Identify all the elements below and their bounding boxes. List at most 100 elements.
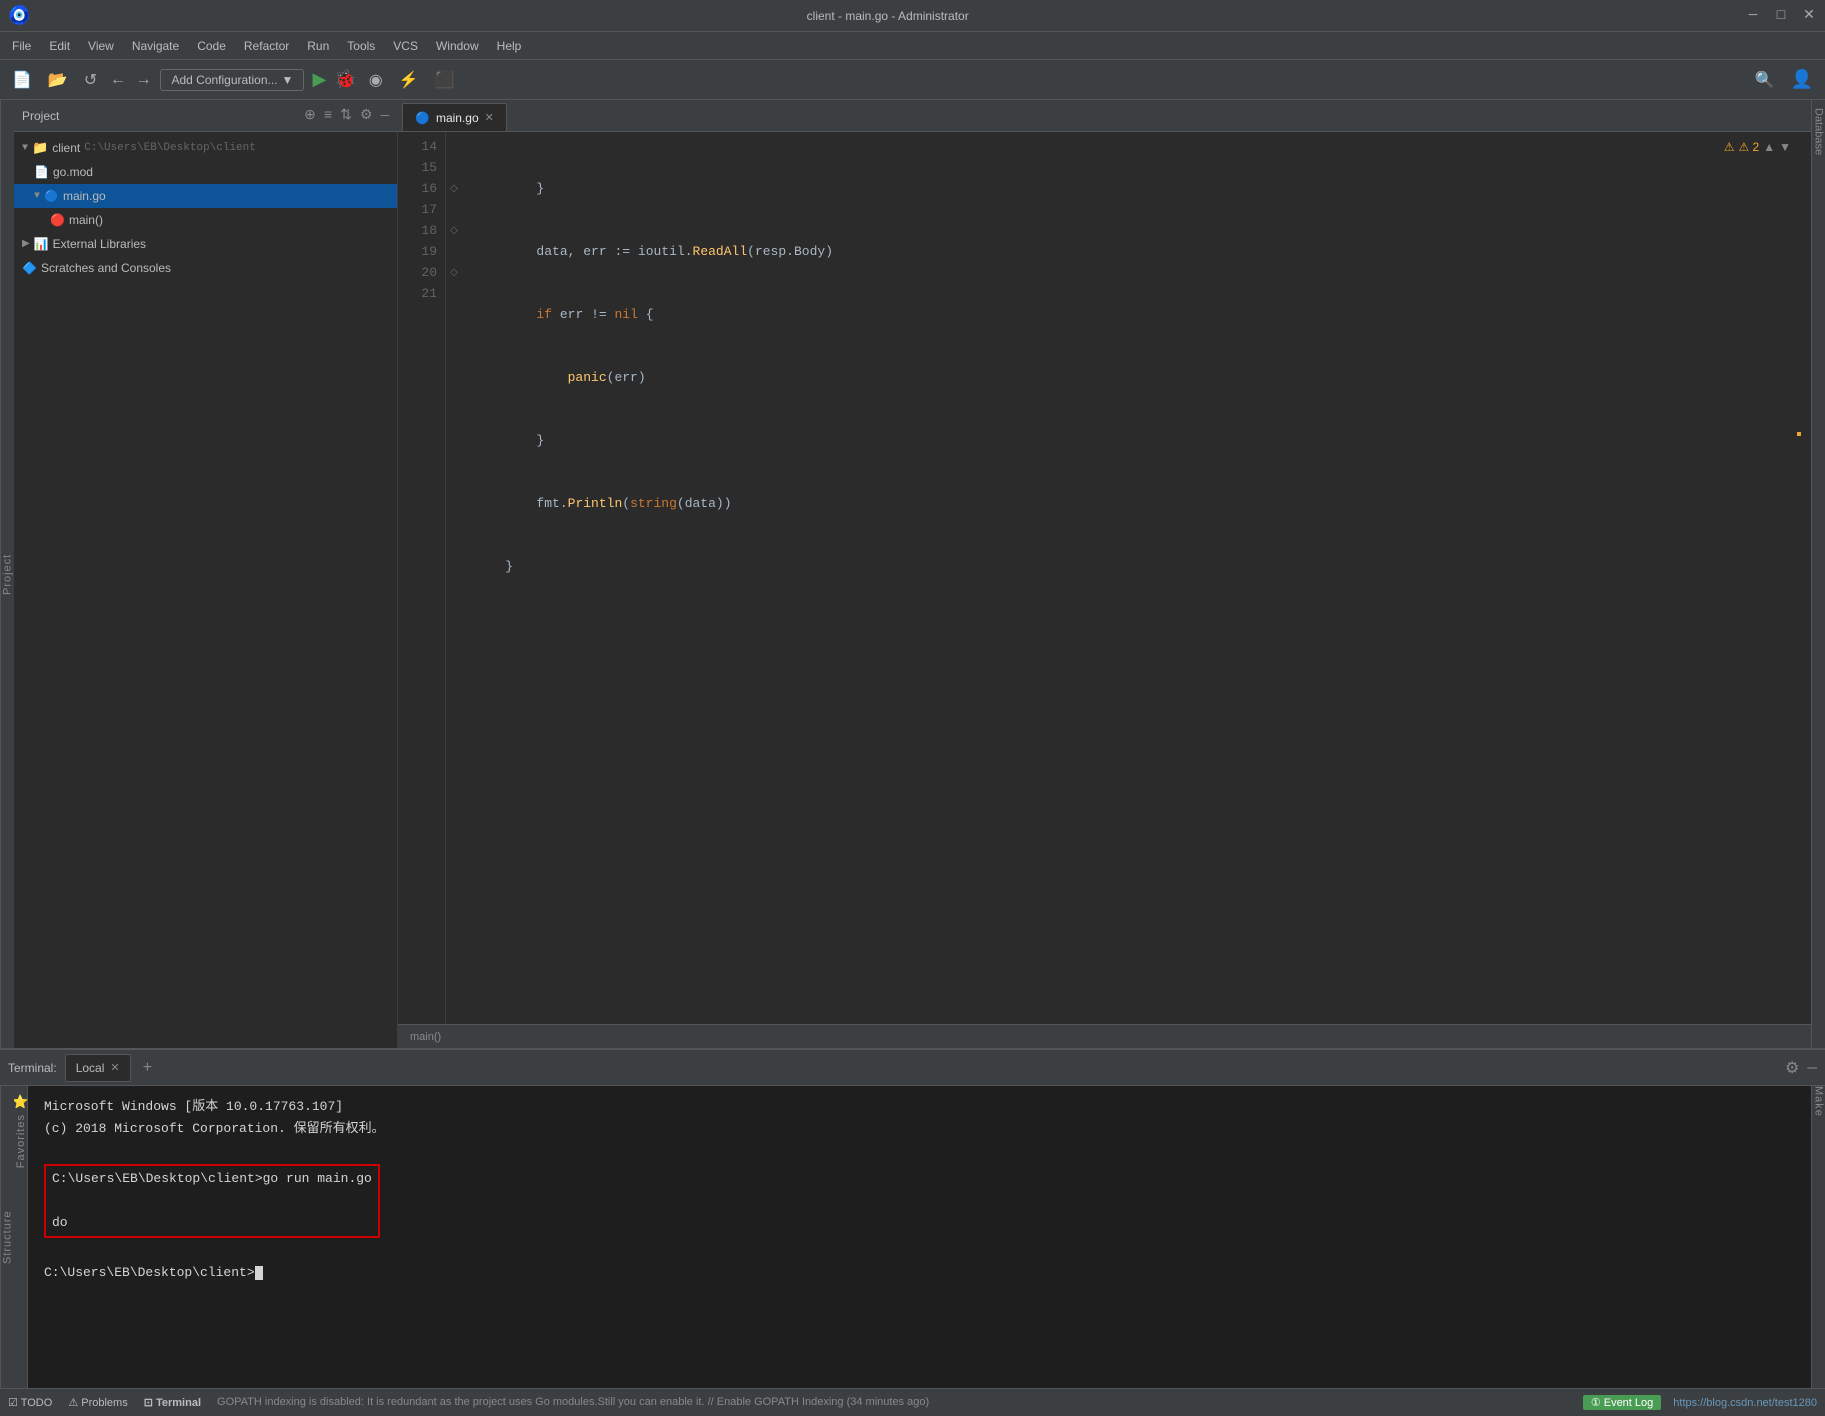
title-bar: 🧿 client - main.go - Administrator ─ □ ✕ xyxy=(0,0,1825,32)
project-tree-header: Project ⊕ ≡ ⇅ ⚙ — xyxy=(14,100,397,132)
structure-label-text: Structure xyxy=(2,1210,14,1264)
tree-settings-icon[interactable]: ⚙ xyxy=(360,107,373,124)
code-line-15: data, err := ioutil.ReadAll(resp.Body) xyxy=(474,241,1799,262)
gutter-line-14 xyxy=(446,136,462,157)
menu-navigate[interactable]: Navigate xyxy=(124,35,187,57)
run-button[interactable]: ▶ xyxy=(312,69,326,91)
toolbar-coverage-icon[interactable]: ◉ xyxy=(365,68,387,92)
code-content[interactable]: } data, err := ioutil.ReadAll(resp.Body)… xyxy=(462,132,1811,1024)
tree-item-ext-libs[interactable]: ▶ 📊 External Libraries xyxy=(14,232,397,256)
project-label-text: Project xyxy=(2,553,14,594)
tree-scope-icon[interactable]: ⊕ xyxy=(304,107,316,124)
code-line-14: } xyxy=(474,178,1799,199)
terminal-line-2: (c) 2018 Microsoft Corporation. 保留所有权利。 xyxy=(44,1118,1795,1140)
code-editor[interactable]: 14 15 16 17 18 19 20 21 ◇ ◇ ◇ } xyxy=(398,132,1811,1024)
gutter-line-20: ◇ xyxy=(446,262,462,283)
status-problems[interactable]: ⚠ Problems xyxy=(68,1396,127,1409)
menu-help[interactable]: Help xyxy=(489,35,530,57)
menu-edit[interactable]: Edit xyxy=(41,35,78,57)
problems-label: ⚠ Problems xyxy=(68,1397,127,1409)
menu-code[interactable]: Code xyxy=(189,35,234,57)
line-numbers: 14 15 16 17 18 19 20 21 xyxy=(398,132,446,1024)
terminal-tab-local[interactable]: Local ✕ xyxy=(65,1054,131,1082)
terminal-settings-icon[interactable]: ⚙ xyxy=(1785,1058,1799,1078)
event-log-button[interactable]: ① Event Log xyxy=(1583,1395,1661,1410)
tree-collapse-all-icon[interactable]: ≡ xyxy=(324,108,332,124)
toolbar-forward-icon[interactable]: → xyxy=(135,69,153,91)
tree-label-gomod: go.mod xyxy=(53,165,93,179)
favorites-label-text: Favorites xyxy=(15,1114,27,1168)
terminal-row: Structure ⭐ Favorites Microsoft Windows … xyxy=(0,1086,1825,1388)
menu-window[interactable]: Window xyxy=(428,35,487,57)
toolbar-profile-icon[interactable]: ⚡ xyxy=(395,68,423,92)
project-panel-label[interactable]: Project xyxy=(0,100,14,1048)
user-icon[interactable]: 👤 xyxy=(1787,67,1817,93)
tree-item-client[interactable]: ▼ 📁 client C:\Users\EB\Desktop\client xyxy=(14,136,397,160)
toolbar-stop-icon[interactable]: ⬛ xyxy=(431,68,459,92)
status-url[interactable]: https://blog.csdn.net/test1280 xyxy=(1673,1397,1817,1409)
terminal-cursor xyxy=(255,1266,263,1280)
tab-close-icon[interactable]: ✕ xyxy=(485,111,494,124)
right-side-panel: Database xyxy=(1811,100,1825,1048)
editor-footer: main() xyxy=(398,1024,1811,1048)
maximize-button[interactable]: □ xyxy=(1773,8,1789,24)
bottom-section: Terminal: Local ✕ + ⚙ — Structure ⭐ Favo… xyxy=(0,1048,1825,1388)
toolbar: 📄 📂 ↺ ← → Add Configuration... ▼ ▶ 🐞 ◉ ⚡… xyxy=(0,60,1825,100)
file-icon: 📄 xyxy=(34,165,49,180)
search-icon[interactable]: 🔍 xyxy=(1751,68,1779,92)
tree-label-main-func: main() xyxy=(69,213,103,227)
menu-bar: File Edit View Navigate Code Refactor Ru… xyxy=(0,32,1825,60)
terminal-add-button[interactable]: + xyxy=(139,1059,157,1077)
terminal-minimize-icon[interactable]: — xyxy=(1807,1059,1817,1077)
terminal-cmd-line: C:\Users\EB\Desktop\client>go run main.g… xyxy=(52,1168,372,1190)
status-terminal[interactable]: ⊡ Terminal xyxy=(144,1396,201,1409)
terminal-content[interactable]: Microsoft Windows [版本 10.0.17763.107] (c… xyxy=(28,1086,1811,1388)
gutter-line-15 xyxy=(446,157,462,178)
structure-panel-label[interactable]: Structure xyxy=(0,1086,14,1388)
add-configuration-button[interactable]: Add Configuration... ▼ xyxy=(160,69,304,91)
tree-expand-icon[interactable]: ⇅ xyxy=(340,107,352,124)
gutter-line-19 xyxy=(446,241,462,262)
minimize-button[interactable]: ─ xyxy=(1745,8,1761,24)
warning-icon: ⚠ xyxy=(1724,140,1735,154)
toolbar-open-icon[interactable]: 📂 xyxy=(44,68,72,92)
tree-label-maingo: main.go xyxy=(63,189,106,203)
editor-tab-maingo[interactable]: 🔵 main.go ✕ xyxy=(402,103,507,131)
right-panel: 🔵 main.go ✕ 14 15 16 17 18 19 20 21 ◇ xyxy=(398,100,1811,1048)
make-panel[interactable]: Make xyxy=(1811,1086,1825,1388)
menu-view[interactable]: View xyxy=(80,35,122,57)
tree-item-scratches[interactable]: 🔷 Scratches and Consoles xyxy=(14,256,397,280)
menu-refactor[interactable]: Refactor xyxy=(236,35,297,57)
gutter-line-18: ◇ xyxy=(446,220,462,241)
toolbar-refresh-icon[interactable]: ↺ xyxy=(80,68,101,92)
close-button[interactable]: ✕ xyxy=(1801,7,1817,24)
project-tree-content: ▼ 📁 client C:\Users\EB\Desktop\client 📄 … xyxy=(14,132,397,1048)
warning-up-icon[interactable]: ▲ xyxy=(1763,140,1775,154)
warning-down-icon[interactable]: ▼ xyxy=(1779,140,1791,154)
tab-go-icon: 🔵 xyxy=(415,111,430,125)
make-label-text: Make xyxy=(1813,1086,1825,1117)
tree-item-maingo[interactable]: ▼ 🔵 main.go xyxy=(14,184,397,208)
debug-button[interactable]: 🐞 xyxy=(334,69,356,91)
toolbar-back-icon[interactable]: ← xyxy=(109,69,127,91)
tree-item-main-func[interactable]: 🔴 main() xyxy=(14,208,397,232)
tab-bar: 🔵 main.go ✕ xyxy=(398,100,1811,132)
tree-path-client: C:\Users\EB\Desktop\client xyxy=(84,142,256,154)
menu-file[interactable]: File xyxy=(4,35,39,57)
app-logo-icon: 🧿 xyxy=(8,5,30,27)
terminal-tab-close-icon[interactable]: ✕ xyxy=(110,1061,119,1074)
status-todo[interactable]: ☑ TODO xyxy=(8,1396,52,1409)
database-panel-label[interactable]: Database xyxy=(1813,100,1825,163)
menu-vcs[interactable]: VCS xyxy=(385,35,426,57)
ext-libs-icon: 📊 xyxy=(34,237,49,252)
tree-item-gomod[interactable]: 📄 go.mod xyxy=(14,160,397,184)
tree-label-scratches: Scratches and Consoles xyxy=(41,261,171,275)
terminal-output-line: do xyxy=(52,1212,372,1234)
toolbar-new-icon[interactable]: 📄 xyxy=(8,68,36,92)
tree-close-icon[interactable]: — xyxy=(381,108,389,124)
menu-tools[interactable]: Tools xyxy=(339,35,383,57)
go-file-icon: 🔵 xyxy=(44,189,59,204)
menu-run[interactable]: Run xyxy=(299,35,337,57)
add-config-label: Add Configuration... xyxy=(171,73,277,87)
favorites-panel[interactable]: ⭐ Favorites xyxy=(14,1086,28,1388)
